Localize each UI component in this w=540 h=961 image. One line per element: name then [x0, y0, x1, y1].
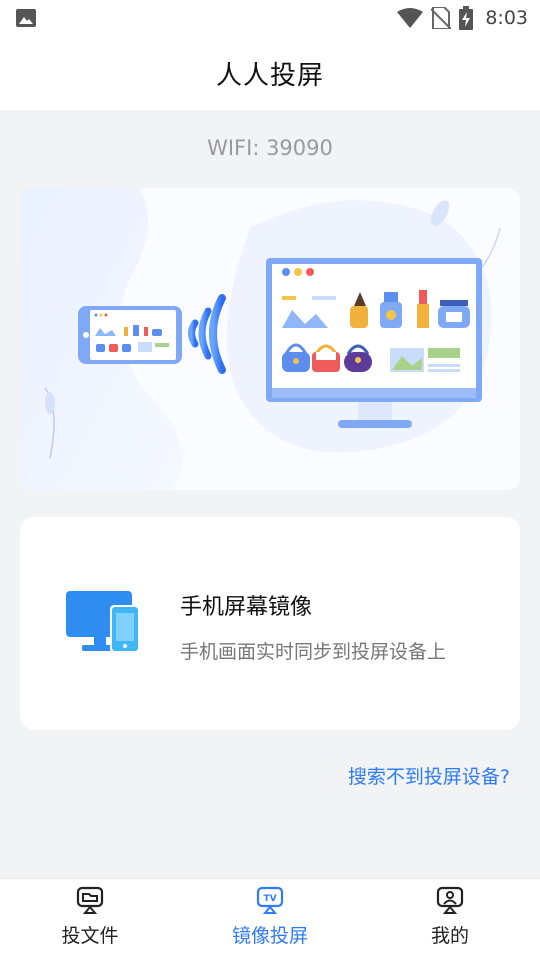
screen-mirror-card[interactable]: 手机屏幕镜像 手机画面实时同步到投屏设备上 [20, 517, 520, 730]
device-not-found-link[interactable]: 搜索不到投屏设备? [348, 762, 510, 789]
status-bar: 8:03 [0, 0, 540, 36]
mirror-card-title: 手机屏幕镜像 [180, 595, 313, 620]
status-time: 8:03 [485, 7, 528, 29]
monitor-phone-icon [66, 591, 140, 653]
mirror-card-description: 手机画面实时同步到投屏设备上 [180, 641, 447, 663]
profile-icon [436, 886, 464, 914]
page-title: 人人投屏 [215, 60, 324, 91]
nav-label-mirror-cast: 镜像投屏 [231, 925, 308, 947]
nav-item-cast-file[interactable]: 投文件 [0, 879, 180, 961]
wifi-icon [397, 8, 424, 28]
screen-cast-banner [20, 188, 520, 490]
app-header: 人人投屏 [0, 36, 540, 110]
no-sim-icon [431, 7, 452, 29]
nav-item-mirror-cast[interactable]: TV 镜像投屏 [180, 879, 360, 961]
tv-mirror-icon: TV [256, 886, 284, 914]
nav-item-profile[interactable]: 我的 [360, 879, 540, 961]
nav-label-cast-file: 投文件 [61, 925, 119, 947]
wifi-name-label: WIFI: 39090 [207, 136, 333, 160]
battery-charging-icon [459, 6, 474, 30]
svg-text:TV: TV [263, 894, 276, 904]
nav-label-profile: 我的 [430, 925, 469, 947]
screen-cast-illustration [20, 188, 520, 490]
bottom-nav: 投文件 TV 镜像投屏 我的 [0, 878, 540, 961]
cast-file-icon [76, 886, 104, 914]
image-notification-icon [16, 9, 36, 27]
